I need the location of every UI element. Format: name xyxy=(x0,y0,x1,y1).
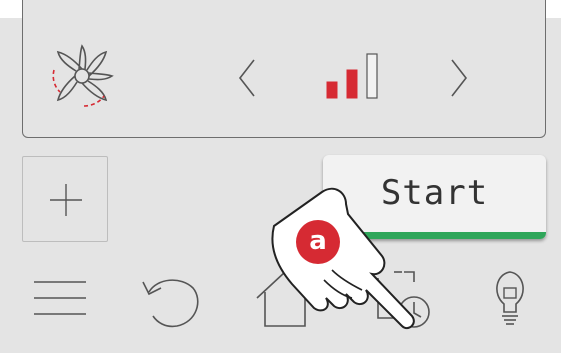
add-button[interactable] xyxy=(22,156,108,242)
hand-pointer-icon xyxy=(262,186,432,346)
undo-button[interactable] xyxy=(139,268,203,332)
chevron-right-icon[interactable] xyxy=(446,58,470,98)
lightbulb-icon xyxy=(496,271,524,325)
fan-level-icon xyxy=(325,52,385,100)
fan-icon xyxy=(46,40,118,112)
annotation-badge-label: a xyxy=(309,226,327,256)
annotation-badge: a xyxy=(296,220,340,264)
menu-icon xyxy=(34,281,86,315)
chevron-left-icon[interactable] xyxy=(236,58,260,98)
menu-button[interactable] xyxy=(28,268,92,332)
undo-icon xyxy=(142,279,199,328)
plus-icon xyxy=(47,181,85,219)
light-button[interactable] xyxy=(484,268,548,332)
